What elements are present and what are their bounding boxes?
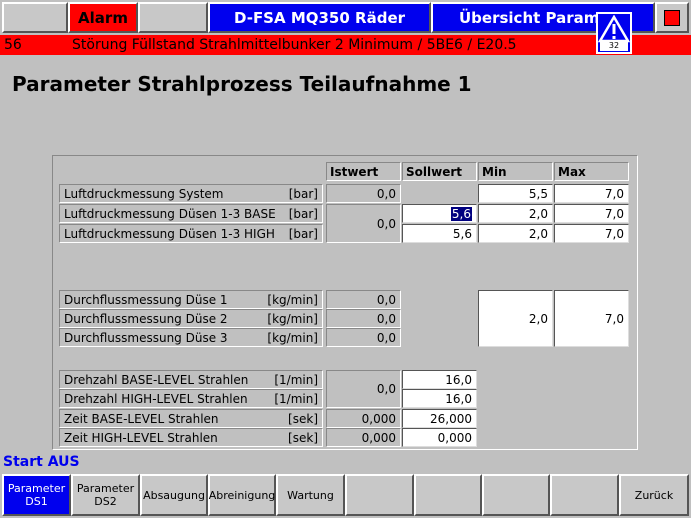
header-blank-mid	[138, 2, 208, 33]
istwert-zeit-high: 0,000	[326, 428, 401, 447]
row-label-text: Luftdruckmessung System	[64, 186, 224, 201]
row-label-drehzahl-base: Drehzahl BASE-LEVEL Strahlen [1/min]	[59, 370, 323, 389]
row-label-text: Durchflussmessung Düse 2	[64, 311, 228, 326]
max-luftdruck-base[interactable]: 7,0	[554, 204, 629, 223]
sollwert-drehzahl-high[interactable]: 16,0	[402, 389, 477, 408]
row-unit: [1/min]	[274, 372, 318, 387]
row-unit: [bar]	[288, 226, 318, 241]
istwert-drehzahl: 0,0	[326, 370, 401, 408]
sollwert-zeit-high[interactable]: 0,000	[402, 428, 477, 447]
nav-button-wartung[interactable]: Wartung	[276, 474, 345, 516]
istwert-durchfluss-3: 0,0	[326, 328, 401, 347]
sollwert-drehzahl-base[interactable]: 16,0	[402, 370, 477, 389]
row-label-durchfluss-1: Durchflussmessung Düse 1 [kg/min]	[59, 290, 323, 309]
istwert-luftdruck-system: 0,0	[326, 184, 401, 203]
istwert-zeit-base: 0,000	[326, 409, 401, 428]
alarm-message: Störung Füllstand Strahlmittelbunker 2 M…	[72, 37, 517, 53]
row-label-luftdruck-high: Luftdruckmessung Düsen 1-3 HIGH [bar]	[59, 224, 323, 243]
sollwert-luftdruck-high[interactable]: 5,6	[402, 224, 477, 243]
row-label-text: Durchflussmessung Düse 3	[64, 330, 228, 345]
row-unit: [kg/min]	[267, 292, 318, 307]
row-label-luftdruck-system: Luftdruckmessung System [bar]	[59, 184, 323, 203]
row-unit: [bar]	[288, 206, 318, 221]
row-unit: [1/min]	[274, 391, 318, 406]
min-durchfluss[interactable]: 2,0	[478, 290, 553, 347]
stop-square-icon	[664, 9, 680, 26]
row-label-zeit-base: Zeit BASE-LEVEL Strahlen [sek]	[59, 409, 323, 428]
nav-button-absaugung[interactable]: Absaugung	[140, 474, 208, 516]
selected-value: 5,6	[450, 206, 472, 221]
nav-button-zurueck[interactable]: Zurück	[619, 474, 689, 516]
row-label-text: Zeit BASE-LEVEL Strahlen	[64, 411, 219, 426]
max-durchfluss[interactable]: 7,0	[554, 290, 629, 347]
nav-button-parameter-ds1[interactable]: Parameter DS1	[2, 474, 71, 516]
row-unit: [kg/min]	[267, 330, 318, 345]
stop-button[interactable]	[655, 2, 689, 33]
max-luftdruck-system[interactable]: 7,0	[554, 184, 629, 203]
row-label-text: Luftdruckmessung Düsen 1-3 HIGH	[64, 226, 275, 241]
col-header-max: Max	[554, 162, 629, 181]
row-unit: [sek]	[288, 411, 318, 426]
machine-title: D-FSA MQ350 Räder	[208, 2, 431, 33]
alarm-number: 56	[4, 37, 22, 53]
nav-button-empty-9[interactable]	[550, 474, 619, 516]
warning-button[interactable]: 32	[596, 12, 632, 54]
istwert-luftdruck-duesen: 0,0	[326, 204, 401, 243]
row-label-text: Durchflussmessung Düse 1	[64, 292, 228, 307]
nav-button-empty-6[interactable]	[345, 474, 414, 516]
nav-button-empty-7[interactable]	[414, 474, 482, 516]
header-blank-left	[2, 2, 68, 33]
col-header-sollwert: Sollwert	[402, 162, 477, 181]
row-unit: [kg/min]	[267, 311, 318, 326]
status-text: Start AUS	[3, 454, 80, 470]
sollwert-zeit-base[interactable]: 26,000	[402, 409, 477, 428]
nav-button-parameter-ds2[interactable]: Parameter DS2	[71, 474, 140, 516]
alarm-message-bar[interactable]: 56 Störung Füllstand Strahlmittelbunker …	[0, 35, 691, 55]
screen-title-text: Übersicht Parame	[459, 8, 610, 27]
col-header-istwert: Istwert	[326, 162, 401, 181]
row-unit: [sek]	[288, 430, 318, 445]
nav-button-empty-8[interactable]	[482, 474, 550, 516]
istwert-durchfluss-1: 0,0	[326, 290, 401, 309]
row-label-durchfluss-3: Durchflussmessung Düse 3 [kg/min]	[59, 328, 323, 347]
row-label-drehzahl-high: Drehzahl HIGH-LEVEL Strahlen [1/min]	[59, 389, 323, 408]
row-label-luftdruck-base: Luftdruckmessung Düsen 1-3 BASE [bar]	[59, 204, 323, 223]
warning-triangle-icon	[598, 15, 630, 43]
col-header-min: Min	[478, 162, 553, 181]
machine-title-text: D-FSA MQ350 Räder	[233, 8, 406, 27]
istwert-durchfluss-2: 0,0	[326, 309, 401, 328]
page-title: Parameter Strahlprozess Teilaufnahme 1	[12, 72, 472, 96]
row-label-text: Zeit HIGH-LEVEL Strahlen	[64, 430, 218, 445]
row-label-zeit-high: Zeit HIGH-LEVEL Strahlen [sek]	[59, 428, 323, 447]
row-label-text: Luftdruckmessung Düsen 1-3 BASE	[64, 206, 276, 221]
max-luftdruck-high[interactable]: 7,0	[554, 224, 629, 243]
row-label-text: Drehzahl BASE-LEVEL Strahlen	[64, 372, 249, 387]
warning-count: 32	[600, 41, 628, 51]
row-label-text: Drehzahl HIGH-LEVEL Strahlen	[64, 391, 248, 406]
min-luftdruck-system[interactable]: 5,5	[478, 184, 553, 203]
row-unit: [bar]	[288, 186, 318, 201]
alarm-label: Alarm	[78, 8, 128, 27]
nav-button-abreinigung[interactable]: Abreinigung	[208, 474, 276, 516]
sollwert-luftdruck-base[interactable]: 5,6	[402, 204, 477, 223]
alarm-button[interactable]: Alarm	[68, 2, 138, 33]
min-luftdruck-high[interactable]: 2,0	[478, 224, 553, 243]
min-luftdruck-base[interactable]: 2,0	[478, 204, 553, 223]
row-label-durchfluss-2: Durchflussmessung Düse 2 [kg/min]	[59, 309, 323, 328]
